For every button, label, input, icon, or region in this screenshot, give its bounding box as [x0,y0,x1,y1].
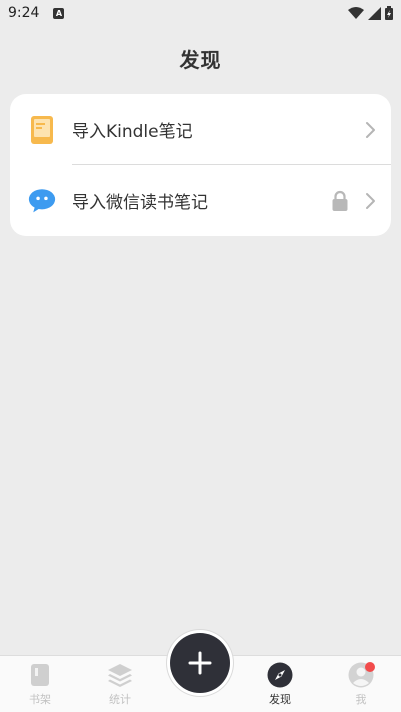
nav-item-discover[interactable]: 发现 [250,662,310,710]
import-kindle-row[interactable]: 导入Kindle笔记 [10,94,391,165]
nav-label-stats: 统计 [109,693,131,706]
lock-icon [332,190,348,211]
plus-icon [188,651,212,675]
nav-item-me[interactable]: 我 [331,662,391,710]
status-bar: 9:24 A [0,0,401,26]
chevron-right-icon [366,121,375,138]
layers-icon [108,664,132,687]
notification-badge [365,662,375,672]
nav-label-me: 我 [355,693,367,706]
import-wechat-row[interactable]: 导入微信读书笔记 [10,165,391,236]
kindle-book-icon [28,115,56,144]
nav-label-shelf: 书架 [29,693,51,706]
compass-icon [267,662,293,688]
page-title: 发现 [179,48,222,72]
nav-label-discover: 发现 [269,693,291,706]
nav-item-shelf[interactable]: 书架 [10,662,70,710]
wifi-icon [348,6,364,19]
import-card: 导入Kindle笔记 导入微信读书笔记 [10,94,391,236]
book-icon [31,664,49,686]
a-icon: A [53,7,65,19]
status-icons [348,6,393,20]
chevron-right-icon [366,192,375,209]
signal-icon [368,6,381,20]
status-time: 9:24 [8,5,40,21]
wechat-bubble-icon [28,187,56,215]
battery-icon [385,6,393,20]
add-button[interactable] [170,633,230,693]
nav-item-stats[interactable]: 统计 [90,662,150,710]
import-wechat-label: 导入微信读书笔记 [72,193,208,213]
import-kindle-label: 导入Kindle笔记 [72,122,193,142]
